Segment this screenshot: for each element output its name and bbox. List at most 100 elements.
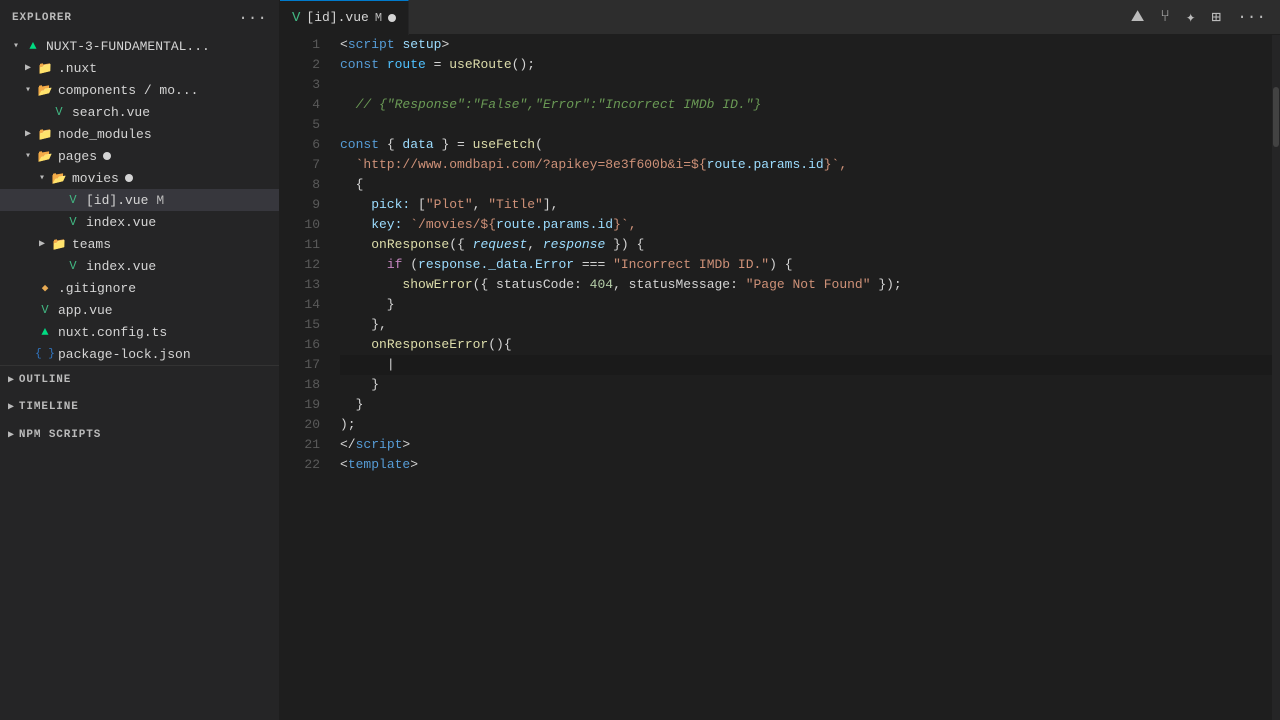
index-vue-teams-label: index.vue [86,259,156,274]
pages-chevron [20,148,36,164]
line-number: 11 [280,235,320,255]
nuxt-chevron [20,60,36,76]
pages-folder-icon: 📂 [36,147,54,165]
code-line: onResponse({ request, response }) { [340,235,1272,255]
id-vue-label: [id].vue [86,193,148,208]
tree-item-index-vue-teams[interactable]: V index.vue [0,255,279,277]
branch-icon[interactable]: ⑂ [1156,4,1174,30]
code-line: | [340,355,1272,375]
layout-icon[interactable]: ⊞ [1208,3,1226,31]
root-chevron [8,38,24,54]
index-vue-movies-label: index.vue [86,215,156,230]
scrollbar-thumb[interactable] [1273,87,1279,147]
tree-item-nuxt-config[interactable]: ▲ nuxt.config.ts [0,321,279,343]
tree-item-package-lock[interactable]: { } package-lock.json [0,343,279,365]
tab-modifier: M [375,11,382,25]
code-line: ); [340,415,1272,435]
movies-label: movies [72,171,119,186]
teams-folder-icon: 📁 [50,235,68,253]
app-vue-label: app.vue [58,303,113,318]
code-line: <script setup> [340,35,1272,55]
scrollbar[interactable] [1272,35,1280,720]
line-number: 7 [280,155,320,175]
sidebar-header: EXPLORER ··· [0,0,279,35]
line-number: 10 [280,215,320,235]
top-right-icons: ⛰ ⑂ ✦ ⊞ ··· [1127,3,1280,31]
timeline-label: TIMELINE [19,401,79,413]
root-label: NUXT-3-FUNDAMENTAL... [46,39,210,54]
search-vue-label: search.vue [72,105,150,120]
components-label: components / mo... [58,83,198,98]
code-area[interactable]: 12345678910111213141516171819202122 <scr… [280,35,1280,720]
nuxt-config-label: nuxt.config.ts [58,325,167,340]
node-modules-label: node_modules [58,127,152,142]
code-line: } [340,295,1272,315]
search-vue-icon: V [50,103,68,121]
active-tab[interactable]: V [id].vue M [280,0,409,35]
timeline-section[interactable]: ▶ TIMELINE [0,393,279,421]
code-line [340,115,1272,135]
root-icon: ▲ [24,37,42,55]
movies-folder-icon: 📂 [50,169,68,187]
code-line: } [340,395,1272,415]
tree-item-node-modules[interactable]: 📁 node_modules [0,123,279,145]
explorer-title: EXPLORER [12,12,72,24]
package-lock-label: package-lock.json [58,347,191,362]
code-line: key: `/movies/${route.params.id}`, [340,215,1272,235]
npm-scripts-section[interactable]: ▶ NPM SCRIPTS [0,421,279,449]
code-line: const route = useRoute(); [340,55,1272,75]
teams-label: teams [72,237,111,252]
node-modules-icon: 📁 [36,125,54,143]
tree-item-id-vue[interactable]: V [id].vue M [0,189,279,211]
node-modules-chevron [20,126,36,142]
line-numbers: 12345678910111213141516171819202122 [280,35,330,720]
tree-item-nuxt[interactable]: 📁 .nuxt [0,57,279,79]
index-vue-movies-icon: V [64,213,82,231]
pages-modified-dot [103,152,111,160]
tree-root[interactable]: ▲ NUXT-3-FUNDAMENTAL... [0,35,279,57]
tree-item-gitignore[interactable]: ◆ .gitignore [0,277,279,299]
code-line: pick: ["Plot", "Title"], [340,195,1272,215]
tree-item-search-vue[interactable]: V search.vue [0,101,279,123]
nuxt-config-icon: ▲ [36,323,54,341]
code-line: } [340,375,1272,395]
tree-item-movies[interactable]: 📂 movies [0,167,279,189]
code-line: }, [340,315,1272,335]
tree-item-pages[interactable]: 📂 pages [0,145,279,167]
components-folder-icon: 📂 [36,81,54,99]
line-number: 13 [280,275,320,295]
code-content[interactable]: <script setup>const route = useRoute(); … [330,35,1272,720]
code-line: // {"Response":"False","Error":"Incorrec… [340,95,1272,115]
tree-item-teams[interactable]: 📁 teams [0,233,279,255]
mountain-icon[interactable]: ⛰ [1127,4,1148,30]
npm-chevron: ▶ [8,429,15,441]
components-chevron [20,82,36,98]
line-number: 19 [280,395,320,415]
sidebar: EXPLORER ··· ▲ NUXT-3-FUNDAMENTAL... 📁 .… [0,0,280,720]
outline-section[interactable]: ▶ OUTLINE [0,365,279,393]
teams-chevron [34,236,50,252]
more-icon[interactable]: ··· [1233,4,1270,30]
code-line: const { data } = useFetch( [340,135,1272,155]
line-number: 12 [280,255,320,275]
line-number: 9 [280,195,320,215]
line-number: 2 [280,55,320,75]
line-number: 14 [280,295,320,315]
tree-item-components[interactable]: 📂 components / mo... [0,79,279,101]
line-number: 15 [280,315,320,335]
tab-vue-icon: V [292,10,300,26]
line-number: 22 [280,455,320,475]
line-number: 18 [280,375,320,395]
sidebar-more-button[interactable]: ··· [238,9,267,27]
tree-item-app-vue[interactable]: V app.vue [0,299,279,321]
extension-icon[interactable]: ✦ [1182,3,1200,31]
line-number: 20 [280,415,320,435]
line-number: 5 [280,115,320,135]
main-area: V [id].vue M ⛰ ⑂ ✦ ⊞ ··· 123456789101112… [280,0,1280,720]
code-line [340,75,1272,95]
code-line: </script> [340,435,1272,455]
tree-item-index-vue-movies[interactable]: V index.vue [0,211,279,233]
app-vue-icon: V [36,301,54,319]
index-vue-teams-icon: V [64,257,82,275]
line-number: 6 [280,135,320,155]
